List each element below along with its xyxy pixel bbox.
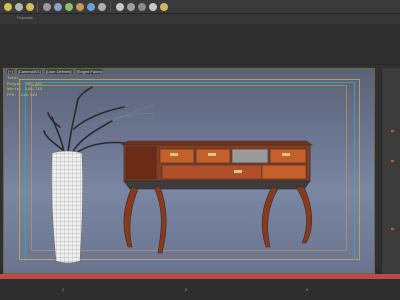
render-icon[interactable] — [138, 3, 146, 11]
console-table — [121, 140, 313, 254]
track-tick: 5 — [185, 287, 188, 292]
unlink-icon[interactable] — [65, 3, 73, 11]
angle-snap-icon[interactable] — [98, 3, 106, 11]
track-tick: 8 — [306, 287, 309, 292]
move-icon[interactable] — [15, 3, 23, 11]
toolbar-divider — [110, 2, 111, 12]
render-setup-icon[interactable] — [116, 3, 124, 11]
link-icon[interactable] — [54, 3, 62, 11]
select-icon[interactable] — [4, 3, 12, 11]
camera-viewport[interactable]: [+] [Camera001] [User Defined] [Edged Fa… — [3, 68, 375, 274]
scale-icon[interactable] — [43, 3, 51, 11]
branch-shapes — [43, 86, 127, 154]
viewport-divider — [0, 64, 400, 65]
snap-icon[interactable] — [87, 3, 95, 11]
layer-icon[interactable] — [160, 3, 168, 11]
bind-icon[interactable] — [76, 3, 84, 11]
render-frame-icon[interactable] — [127, 3, 135, 11]
scene-render — [43, 86, 313, 264]
rotate-icon[interactable] — [26, 3, 34, 11]
track-bar[interactable]: 2 5 8 — [0, 279, 400, 300]
ribbon-tab-populate[interactable]: Populate — [17, 15, 33, 20]
command-panel[interactable] — [381, 68, 400, 274]
main-toolbar — [0, 0, 400, 14]
panel-marker — [391, 160, 394, 162]
ribbon-bar: Populate — [0, 14, 400, 24]
panel-marker — [391, 130, 394, 132]
toolbar-divider — [37, 2, 38, 12]
viewport-divider — [0, 40, 400, 41]
track-tick: 2 — [62, 287, 65, 292]
panel-marker — [391, 228, 394, 230]
material-editor-icon[interactable] — [149, 3, 157, 11]
